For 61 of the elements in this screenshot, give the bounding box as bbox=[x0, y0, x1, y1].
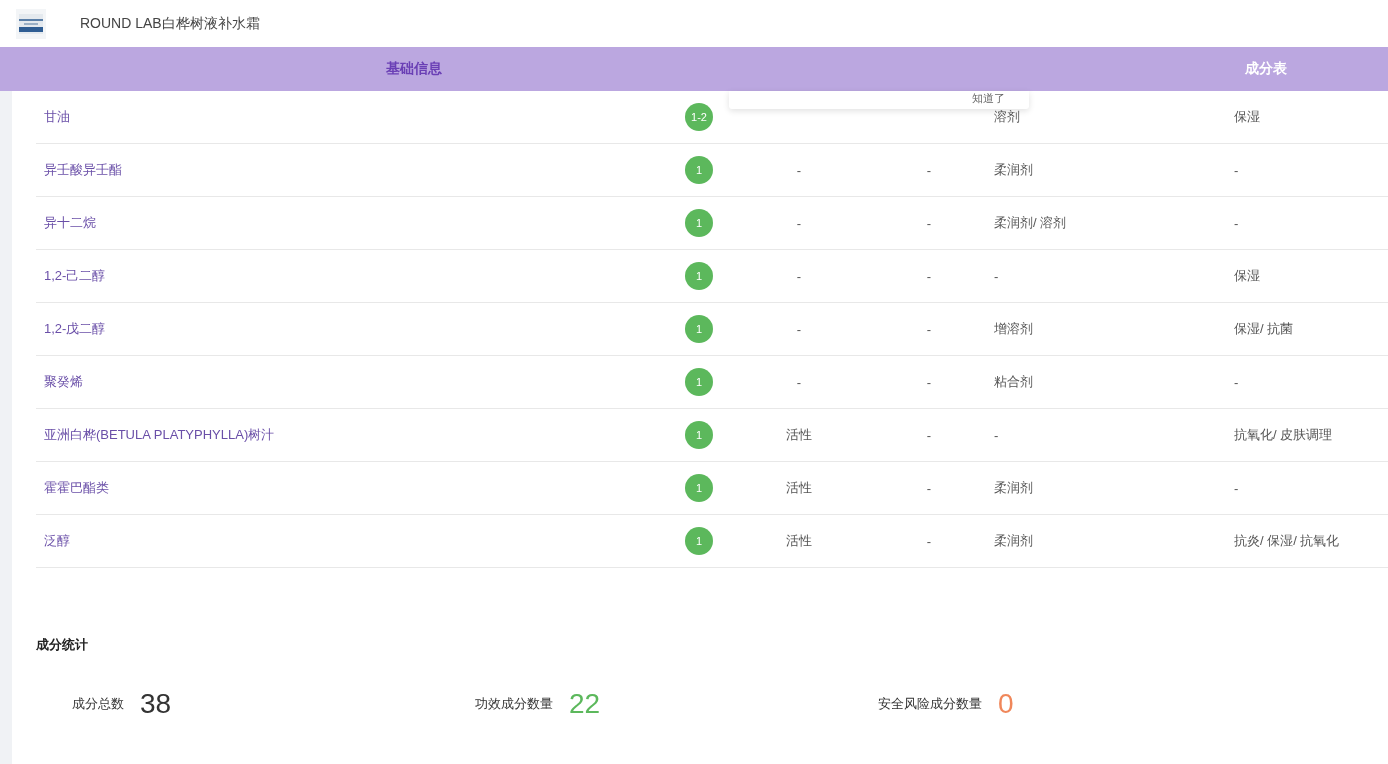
stat-value: 0 bbox=[998, 688, 1014, 720]
table-cell: - bbox=[1234, 162, 1239, 178]
table-cell: - bbox=[994, 427, 999, 443]
ingredient-name[interactable]: 异壬酸异壬酯 bbox=[36, 161, 664, 179]
table-cell: - bbox=[994, 268, 999, 284]
ingredient-name[interactable]: 泛醇 bbox=[36, 532, 664, 550]
table-cell: - bbox=[926, 162, 932, 178]
stat-value: 22 bbox=[569, 688, 601, 720]
table-cell: 活性 bbox=[786, 533, 812, 548]
table-cell: - bbox=[926, 268, 932, 284]
table-cell: - bbox=[926, 480, 932, 496]
table-cell: - bbox=[1234, 215, 1239, 231]
ingredient-name[interactable]: 甘油 bbox=[36, 108, 664, 126]
got-it-link[interactable]: 知道了 bbox=[972, 92, 1005, 104]
table-cell: - bbox=[1234, 374, 1239, 390]
table-cell: - bbox=[926, 533, 932, 549]
safety-score-badge: 1 bbox=[685, 527, 713, 555]
section-title: 成分统计 bbox=[36, 636, 89, 654]
table-cell: 抗氧化/ 皮肤调理 bbox=[1234, 427, 1333, 442]
safety-score-badge: 1 bbox=[685, 368, 713, 396]
table-cell: 活性 bbox=[786, 480, 812, 495]
table-cell: 增溶剂 bbox=[994, 321, 1033, 336]
table-cell: 保湿 bbox=[1234, 268, 1260, 283]
table-cell: 柔润剂/ 溶剂 bbox=[994, 215, 1067, 230]
table-cell: 柔润剂 bbox=[994, 480, 1033, 495]
stat-label: 功效成分数量 bbox=[475, 695, 553, 713]
table-cell: - bbox=[1234, 480, 1239, 496]
table-cell: - bbox=[796, 321, 802, 337]
safety-score-badge: 1 bbox=[685, 209, 713, 237]
table-cell: - bbox=[926, 215, 932, 231]
stat-value: 38 bbox=[140, 688, 172, 720]
table-cell: 溶剂 bbox=[994, 109, 1020, 124]
table-cell: - bbox=[926, 321, 932, 337]
product-title: ROUND LAB白桦树液补水霜 bbox=[80, 14, 260, 33]
table-cell: 柔润剂 bbox=[994, 533, 1033, 548]
safety-score-badge: 1-2 bbox=[685, 103, 713, 131]
ingredient-name[interactable]: 聚癸烯 bbox=[36, 373, 664, 391]
stat-label: 成分总数 bbox=[72, 695, 124, 713]
table-cell: - bbox=[796, 268, 802, 284]
safety-score-badge: 1 bbox=[685, 315, 713, 343]
table-cell: 抗炎/ 保湿/ 抗氧化 bbox=[1234, 533, 1340, 548]
table-cell: - bbox=[796, 215, 802, 231]
table-cell: - bbox=[926, 374, 932, 390]
table-cell: - bbox=[796, 162, 802, 178]
safety-score-badge: 1 bbox=[685, 421, 713, 449]
table-cell: - bbox=[926, 427, 932, 443]
ingredient-name[interactable]: 1,2-己二醇 bbox=[36, 267, 664, 285]
ingredient-name[interactable]: 亚洲白桦(BETULA PLATYPHYLLA)树汁 bbox=[36, 426, 664, 444]
table-cell: 柔润剂 bbox=[994, 162, 1033, 177]
table-cell: 活性 bbox=[786, 427, 812, 442]
ingredient-name[interactable]: 异十二烷 bbox=[36, 214, 664, 232]
safety-score-badge: 1 bbox=[685, 262, 713, 290]
table-cell: - bbox=[796, 374, 802, 390]
stat-label: 安全风险成分数量 bbox=[878, 695, 982, 713]
table-cell: 保湿 bbox=[1234, 109, 1260, 124]
safety-score-badge: 1 bbox=[685, 474, 713, 502]
ingredient-name[interactable]: 霍霍巴酯类 bbox=[36, 479, 664, 497]
safety-score-badge: 1 bbox=[685, 156, 713, 184]
table-cell: 保湿/ 抗菌 bbox=[1234, 321, 1294, 336]
table-cell: 粘合剂 bbox=[994, 374, 1033, 389]
ingredient-name[interactable]: 1,2-戊二醇 bbox=[36, 320, 664, 338]
